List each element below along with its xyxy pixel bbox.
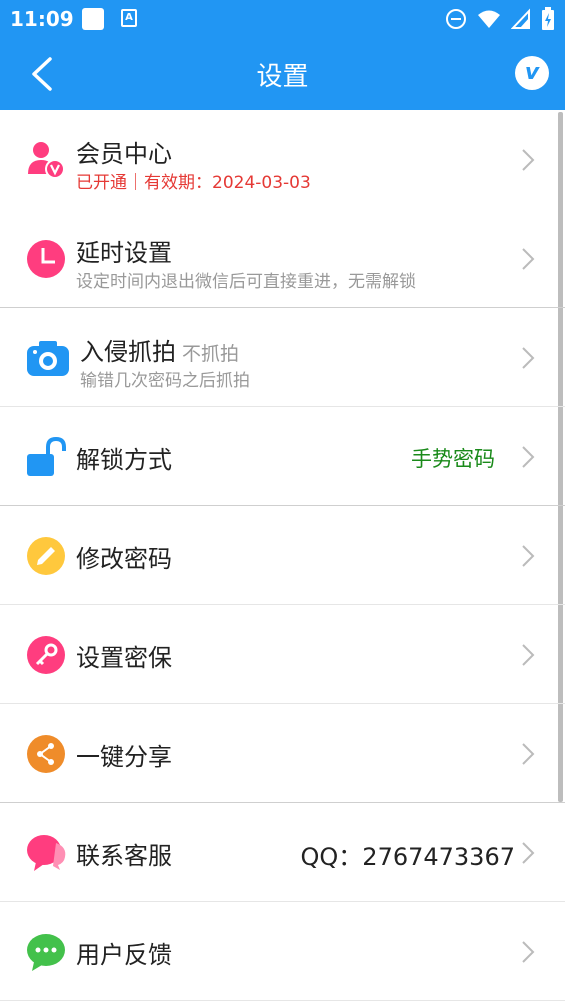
status-icons — [445, 7, 555, 31]
chevron-right-icon — [522, 248, 535, 270]
chat-icon — [27, 835, 66, 871]
row-label-text: 入侵抓拍 — [80, 338, 176, 366]
unlock-method-value: 手势密码 — [411, 447, 495, 471]
support-qq-value: QQ：2767473367 — [300, 843, 515, 871]
unlock-icon — [27, 437, 66, 476]
row-label: 延时设置 — [76, 239, 172, 267]
row-description: 输错几次密码之后抓拍 — [80, 371, 250, 391]
share-icon — [27, 735, 65, 773]
camera-icon — [27, 341, 69, 376]
chevron-right-icon — [522, 743, 535, 765]
feedback-icon — [27, 934, 65, 971]
row-label: 修改密码 — [76, 545, 172, 573]
row-label: 设置密保 — [76, 644, 172, 672]
settings-row-security-question[interactable]: 设置密保 — [0, 605, 565, 704]
settings-row-contact-support[interactable]: 联系客服 QQ：2767473367 — [0, 803, 565, 902]
vip-icon[interactable]: v — [515, 56, 549, 90]
row-label: 一键分享 — [76, 743, 172, 771]
app-toolbar: 设置 v — [0, 38, 565, 110]
chevron-right-icon — [522, 347, 535, 369]
settings-row-feedback[interactable]: 用户反馈 — [0, 902, 565, 1001]
settings-row-delay[interactable]: 延时设置 设定时间内退出微信后可直接重进，无需解锁 — [0, 209, 565, 308]
settings-list: 会员中心 已开通｜有效期：2024-03-03 延时设置 设定时间内退出微信后可… — [0, 110, 565, 1001]
settings-row-member-center[interactable]: 会员中心 已开通｜有效期：2024-03-03 — [0, 110, 565, 209]
membership-status: 已开通｜有效期：2024-03-03 — [76, 173, 311, 193]
battery-icon — [542, 7, 554, 30]
pencil-icon — [27, 537, 65, 575]
capture-status: 不抓拍 — [182, 343, 240, 365]
clock-icon — [27, 240, 65, 278]
row-label: 用户反馈 — [76, 941, 172, 969]
notification-icon — [82, 8, 104, 30]
member-icon — [28, 142, 65, 179]
row-label: 会员中心 — [76, 140, 172, 168]
row-description: 设定时间内退出微信后可直接重进，无需解锁 — [76, 272, 416, 292]
signal-icon — [511, 8, 530, 29]
row-label: 联系客服 — [76, 842, 172, 870]
key-icon — [27, 636, 65, 674]
row-label: 入侵抓拍 不抓拍 — [80, 332, 239, 367]
chevron-right-icon — [522, 446, 535, 468]
page-title: 设置 — [256, 62, 309, 92]
chevron-right-icon — [522, 842, 535, 864]
chevron-right-icon — [522, 644, 535, 666]
settings-row-unlock-method[interactable]: 解锁方式 手势密码 — [0, 407, 565, 506]
chevron-right-icon — [522, 149, 535, 171]
keyboard-icon: A — [121, 9, 137, 27]
wifi-icon — [478, 10, 500, 28]
row-label: 解锁方式 — [76, 446, 172, 474]
settings-row-change-password[interactable]: 修改密码 — [0, 506, 565, 605]
chevron-right-icon — [522, 545, 535, 567]
dnd-icon — [446, 9, 466, 29]
chevron-right-icon — [522, 941, 535, 963]
settings-row-intrusion-capture[interactable]: 入侵抓拍 不抓拍 输错几次密码之后抓拍 — [0, 308, 565, 407]
status-bar: 11:09 A — [0, 0, 565, 38]
settings-row-share[interactable]: 一键分享 — [0, 704, 565, 803]
status-time: 11:09 — [10, 7, 74, 31]
